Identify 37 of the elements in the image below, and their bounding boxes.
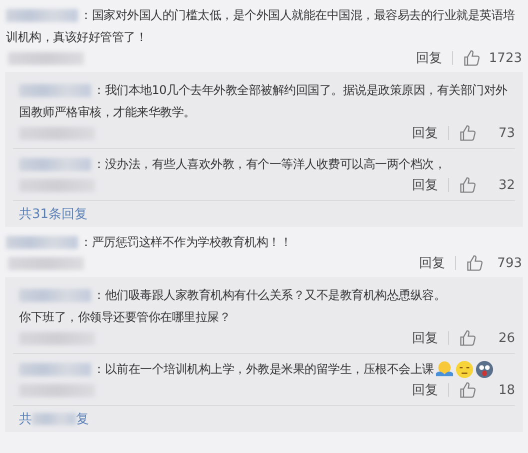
reply-text: ：我们本地10几个去年外教全部被解约回国了。据说是政策原因，有关部门对外 xyxy=(93,82,508,98)
reply-text: 国教师严格审核，才能来华教学。 xyxy=(19,104,196,120)
blurred-username xyxy=(6,236,78,248)
blurred-username xyxy=(19,288,91,302)
like-count: 26 xyxy=(497,330,515,346)
blurred-username xyxy=(19,362,91,376)
reply-text: 你下班了，你领导还要管你在哪里拉屎？ xyxy=(19,308,230,326)
like-count: 32 xyxy=(497,178,515,192)
comment-text: 训机构，真该好好管管了！ xyxy=(6,28,147,46)
thumbs-up-icon[interactable] xyxy=(459,381,477,399)
reply-link[interactable]: 回复 xyxy=(412,124,438,142)
face-emoji-icon xyxy=(474,360,494,378)
reply-link[interactable]: 回复 xyxy=(412,329,438,347)
face-emoji-icon xyxy=(454,360,474,378)
reply-text: ：以前在一个培训机构上学，外教是米果的留学生，压根不会上课 xyxy=(93,360,434,378)
like-count: 18 xyxy=(497,382,515,398)
thumbs-up-icon[interactable] xyxy=(462,49,481,67)
blurred-username xyxy=(6,8,78,22)
reply-link[interactable]: 回复 xyxy=(419,254,445,272)
comment-text: ：严厉惩罚这样不作为学校教育机构！！ xyxy=(80,234,292,250)
like-count: 793 xyxy=(496,256,522,270)
blurred-username xyxy=(19,84,91,96)
comment-text: ：国家对外国人的门槛太低，是个外国人就能在中国混，最容易去的行业就是英语培 xyxy=(80,6,515,24)
like-count: 1723 xyxy=(488,50,522,66)
blurred-username xyxy=(19,158,91,170)
hugging-emoji-icon xyxy=(434,360,454,378)
blurred-text xyxy=(32,413,76,425)
thumbs-up-icon[interactable] xyxy=(459,176,477,194)
like-count: 73 xyxy=(497,126,515,140)
reply-text: ：他们吸毒跟人家教育机构有什么关系？又不是教育机构怂恿纵容。 xyxy=(93,286,446,304)
reply-link[interactable]: 回复 xyxy=(412,381,438,399)
thumbs-up-icon[interactable] xyxy=(459,124,477,142)
reply-link[interactable]: 回复 xyxy=(412,176,438,194)
thumbs-up-icon[interactable] xyxy=(459,329,477,347)
reply-link[interactable]: 回复 xyxy=(416,49,442,67)
thumbs-up-icon[interactable] xyxy=(466,254,484,272)
reply-text: ：没办法，有些人喜欢外教，有个一等洋人收费可以高一两个档次， xyxy=(93,156,446,172)
